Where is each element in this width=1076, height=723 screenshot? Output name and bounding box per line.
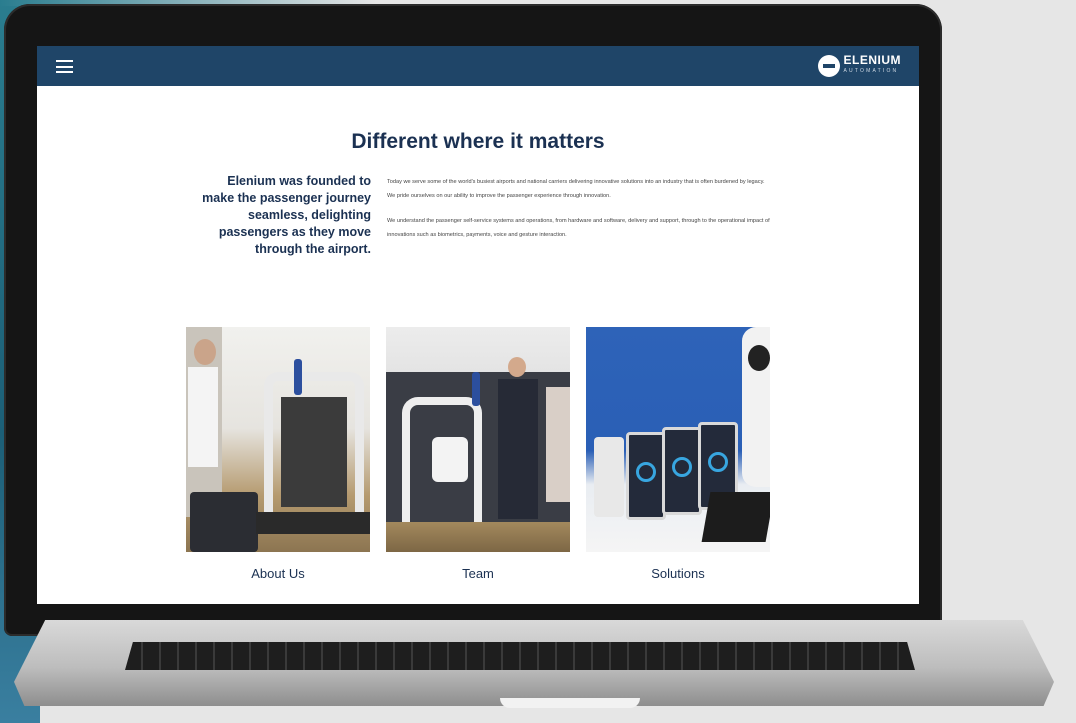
card-solutions[interactable]: Solutions bbox=[586, 327, 770, 581]
hamburger-menu-icon[interactable] bbox=[56, 60, 73, 73]
about-us-photo[interactable] bbox=[186, 327, 370, 552]
solutions-photo[interactable] bbox=[586, 327, 770, 552]
logo-text: ELENIUM bbox=[843, 53, 901, 67]
logo-subtext: AUTOMATION bbox=[843, 68, 899, 74]
card-label-team[interactable]: Team bbox=[386, 566, 570, 581]
card-about-us[interactable]: About Us bbox=[186, 327, 370, 581]
site-logo[interactable]: ELENIUM AUTOMATION bbox=[817, 53, 902, 77]
card-label-solutions[interactable]: Solutions bbox=[586, 566, 770, 581]
laptop-notch bbox=[500, 698, 640, 708]
card-team[interactable]: Team bbox=[386, 327, 570, 581]
lead-statement: Elenium was founded to make the passenge… bbox=[202, 174, 371, 256]
team-photo[interactable] bbox=[386, 327, 570, 552]
elenium-logo-icon bbox=[817, 55, 840, 77]
laptop-lid: ELENIUM AUTOMATION Different where it ma… bbox=[4, 4, 942, 636]
intro-paragraph-2: We understand the passenger self-service… bbox=[387, 218, 770, 238]
card-label-about-us[interactable]: About Us bbox=[186, 566, 370, 581]
page-heading: Different where it matters bbox=[351, 130, 605, 153]
laptop-keyboard bbox=[125, 642, 915, 670]
intro-body: Today we serve some of the world's busie… bbox=[387, 176, 773, 254]
intro-paragraph-1: Today we serve some of the world's busie… bbox=[387, 179, 765, 199]
top-navbar: ELENIUM AUTOMATION bbox=[37, 46, 919, 86]
laptop-screen: ELENIUM AUTOMATION Different where it ma… bbox=[37, 46, 919, 604]
